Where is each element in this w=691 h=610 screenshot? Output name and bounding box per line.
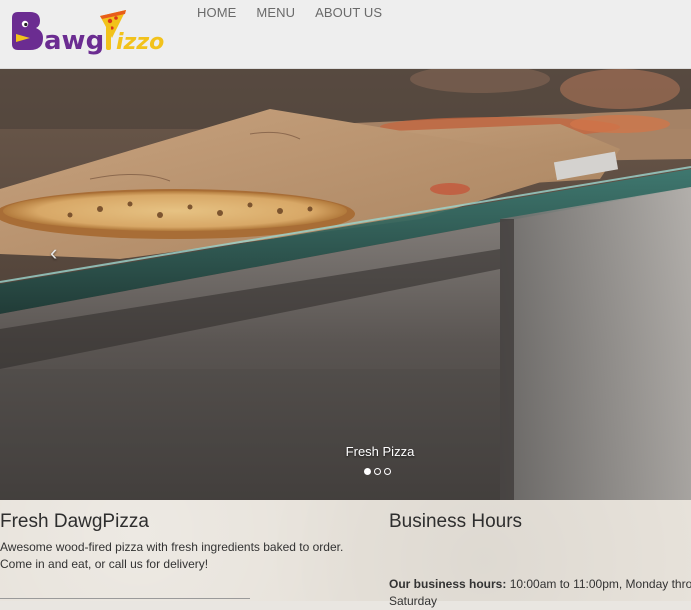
- pizza-counter-photo: [0, 69, 691, 500]
- hours-value-2: Saturday: [389, 594, 438, 608]
- intro-title: Fresh DawgPizza: [0, 511, 149, 532]
- hours-label: Our business hours:: [389, 577, 507, 591]
- carousel-caption: Fresh Pizza: [345, 444, 415, 459]
- dawg-pizza-logo-icon: awg izzo: [12, 10, 164, 56]
- intro-column: Fresh DawgPizza Awesome wood-fired pizza…: [0, 511, 370, 573]
- divider: [0, 598, 250, 599]
- hours-title: Business Hours: [389, 511, 523, 532]
- carousel-indicator[interactable]: [384, 468, 391, 475]
- carousel-indicator[interactable]: [364, 468, 371, 475]
- content-section: Fresh DawgPizza Awesome wood-fired pizza…: [0, 500, 691, 608]
- nav-menu-link[interactable]: MENU: [256, 5, 295, 20]
- hours-column: Business Hours Our business hours: 10:00…: [389, 511, 691, 608]
- carousel-indicators: [364, 468, 391, 475]
- svg-text:awg: awg: [44, 26, 104, 56]
- nav-about-link[interactable]: ABOUT US: [315, 5, 382, 20]
- hours-text: Our business hours: 10:00am to 11:00pm, …: [389, 576, 691, 610]
- hours-value: 10:00am to 11:00pm, Monday through: [509, 577, 691, 591]
- nav-home-link[interactable]: HOME: [197, 5, 236, 20]
- intro-text: Awesome wood-fired pizza with fresh ingr…: [0, 540, 344, 571]
- hero-carousel: ‹ Fresh Pizza: [0, 69, 691, 500]
- logo[interactable]: awg izzo: [8, 4, 180, 60]
- carousel-prev-button[interactable]: ‹: [50, 239, 66, 267]
- carousel-indicator[interactable]: [374, 468, 381, 475]
- svg-text:izzo: izzo: [116, 30, 164, 55]
- main-nav: HOME MENU ABOUT US: [197, 5, 402, 20]
- site-header: awg izzo HOME MENU ABOUT US: [0, 0, 691, 69]
